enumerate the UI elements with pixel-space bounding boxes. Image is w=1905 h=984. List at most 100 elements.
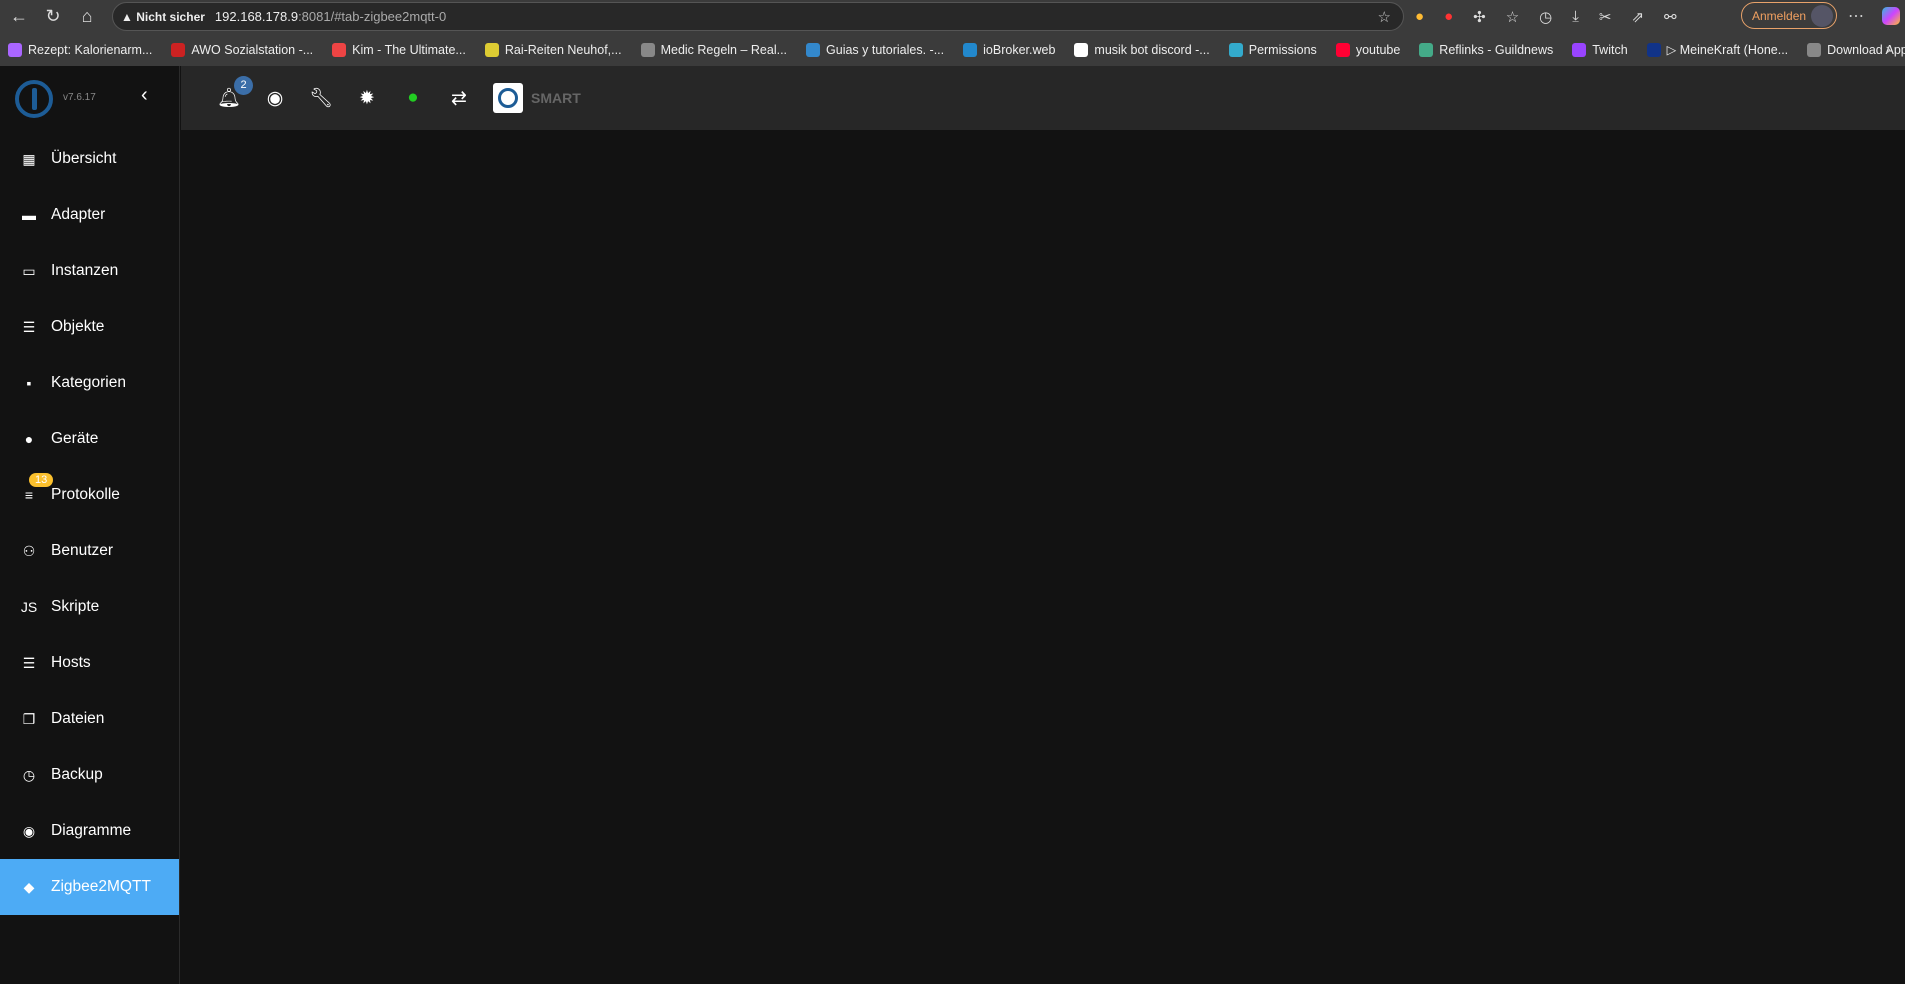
sidebar-item-geräte[interactable]: ● Geräte [0, 411, 179, 467]
category-icon: ▪ [26, 375, 32, 391]
bookmark-favicon-icon [1228, 42, 1243, 57]
bookmarks-bar: Rezept: Kalorienarm... AWO Sozialstation … [0, 33, 1905, 66]
bell-icon[interactable]: 🔔︎ 2 [217, 76, 253, 110]
bookmark-item[interactable]: Reflinks - Guildnews [1419, 42, 1554, 57]
sidebar-item-label: Diagramme [51, 822, 132, 839]
sync-off-icon[interactable]: ⇄ [447, 86, 471, 110]
bookmark-favicon-icon [484, 42, 499, 57]
bookmark-label: youtube [1355, 42, 1401, 57]
home-icon[interactable]: ⌂ [72, 6, 102, 27]
expert-mode-icon[interactable]: ● [401, 86, 425, 110]
bookmark-label: Reflinks - Guildnews [1439, 42, 1554, 57]
copilot-icon[interactable] [1882, 7, 1900, 25]
bookmark-item[interactable]: ioBroker.web [963, 42, 1055, 57]
store-icon: ▬ [22, 207, 36, 223]
bookmark-favicon-icon [1807, 42, 1822, 57]
bookmark-item[interactable]: AWO Sozialstation -... [171, 42, 314, 57]
bookmark-item[interactable]: Guias y tutoriales. -... [806, 42, 945, 57]
sidebar-item-backup[interactable]: ◷ Backup [0, 747, 179, 803]
sidebar-item-label: Kategorien [51, 374, 126, 391]
sidebar-item-label: Protokolle [51, 486, 120, 503]
backup-icon: ◷ [22, 766, 36, 783]
bookmark-label: Twitch [1592, 42, 1628, 57]
sidebar-item-objekte[interactable]: ☰ Objekte [0, 299, 179, 355]
eye-icon[interactable]: ◉ [263, 86, 287, 110]
main-content [181, 130, 1905, 984]
sidebar: v7.6.17 ‹ ▦ Übersicht ▬ Adapter ▭ Instanzen ☰ O… [0, 66, 180, 984]
sidebar-item-dateien[interactable]: ❐ Dateien [0, 691, 179, 747]
logs-count-badge: 13 [29, 473, 54, 487]
sidebar-item-label: Skripte [51, 598, 100, 615]
sidebar-item-hosts[interactable]: ☰ Hosts [0, 635, 179, 691]
iobroker-smart-logo [493, 83, 523, 113]
rewards-icon[interactable]: ● [1415, 8, 1424, 25]
bookmark-favicon-icon [332, 42, 347, 57]
sidebar-item-label: Übersicht [51, 150, 117, 167]
bookmark-label: Download App [1827, 42, 1905, 57]
sidebar-item-benutzer[interactable]: ⚇ Benutzer [0, 523, 179, 579]
sidebar-item-skripte[interactable]: JS Skripte [0, 579, 179, 635]
bookmark-favicon-icon [1646, 42, 1661, 57]
sidebar-item-übersicht[interactable]: ▦ Übersicht [0, 131, 179, 187]
app-header: 🔔︎ 2 ◉ 🔧︎ ✹ ● ⇄ SMART [181, 66, 1905, 130]
back-icon[interactable]: ← [4, 6, 34, 27]
sidebar-item-label: Backup [51, 766, 103, 783]
wrench-icon[interactable]: 🔧︎ [309, 86, 333, 110]
favorites-icon[interactable]: ☆ [1506, 8, 1519, 26]
sidebar-item-zigbee2mqtt[interactable]: ◆ Zigbee2MQTT [0, 859, 179, 915]
bookmark-label: Permissions [1248, 42, 1317, 57]
bookmark-favicon-icon [806, 42, 821, 57]
instances-icon: ▭ [22, 262, 36, 279]
sidebar-item-protokolle[interactable]: ≡ Protokolle 13 [0, 467, 179, 523]
sidebar-item-adapter[interactable]: ▬ Adapter [0, 187, 179, 243]
sidebar-item-instanzen[interactable]: ▭ Instanzen [0, 243, 179, 299]
charts-icon: ◉ [22, 822, 36, 839]
collapse-sidebar-icon[interactable]: ‹ [141, 84, 148, 107]
bookmark-item[interactable]: Permissions [1228, 42, 1317, 57]
workspaces-icon[interactable]: ⚯ [1664, 8, 1677, 26]
theme-icon[interactable]: ✹ [355, 86, 379, 110]
bookmark-item[interactable]: Rezept: Kalorienarm... [8, 42, 152, 57]
bookmark-item[interactable]: Twitch [1572, 42, 1628, 57]
bookmark-label: AWO Sozialstation -... [191, 42, 314, 57]
sign-in-button[interactable]: Anmelden [1741, 2, 1837, 29]
bookmark-item[interactable]: youtube [1335, 42, 1401, 57]
sidebar-item-label: Benutzer [51, 542, 114, 559]
bookmark-label: ▷ MeineKraft (Hone... [1666, 43, 1789, 57]
smart-label: SMART [531, 90, 581, 106]
more-icon[interactable]: ⋯ [1848, 6, 1864, 26]
sidebar-item-diagramme[interactable]: ◉ Diagramme [0, 803, 179, 859]
bookmark-item[interactable]: ▷ MeineKraft (Hone... [1646, 42, 1789, 57]
history-icon[interactable]: ◷ [1539, 8, 1552, 26]
hosts-icon: ☰ [22, 654, 36, 671]
sidebar-item-kategorien[interactable]: ▪ Kategorien [0, 355, 179, 411]
files-icon: ❐ [22, 710, 36, 727]
extension-icon[interactable]: ● [1444, 8, 1453, 25]
bookmark-label: Guias y tutoriales. -... [826, 42, 945, 57]
share-icon[interactable]: ⇗ [1631, 8, 1644, 26]
bookmark-favicon-icon [1419, 42, 1434, 57]
bookmark-favicon-icon [1074, 42, 1089, 57]
bookmark-item[interactable]: Rai-Reiten Neuhof,... [484, 42, 622, 57]
extensions-icon[interactable]: ✣ [1473, 8, 1486, 26]
bookmark-item[interactable]: Kim - The Ultimate... [332, 42, 466, 57]
address-bar[interactable]: ▲ Nicht sicher 192.168.178.9:8081/#tab-z… [112, 2, 1404, 31]
favorite-star-icon[interactable]: ☆ [1378, 8, 1391, 26]
avatar [1811, 4, 1833, 27]
chevron-right-icon[interactable]: › [1886, 41, 1891, 59]
bookmark-item[interactable]: Medic Regeln – Real... [640, 42, 788, 57]
sidebar-item-label: Hosts [51, 654, 91, 671]
zigbee-icon: ◆ [23, 878, 35, 895]
bookmark-favicon-icon [963, 42, 978, 57]
downloads-icon[interactable]: ⤓ [1572, 8, 1579, 25]
reload-icon[interactable]: ↻ [38, 6, 68, 27]
screenshot-icon[interactable]: ✂ [1599, 8, 1612, 26]
security-warning[interactable]: ▲ Nicht sicher [121, 10, 205, 24]
bookmark-item[interactable]: musik bot discord -... [1074, 42, 1210, 57]
bookmark-favicon-icon [1335, 42, 1350, 57]
url-path: :8081/#tab-zigbee2mqtt-0 [298, 9, 447, 24]
sidebar-item-label: Instanzen [51, 262, 119, 279]
bookmark-favicon-icon [8, 42, 22, 57]
bookmark-label: Medic Regeln – Real... [660, 42, 788, 57]
sidebar-item-label: Geräte [51, 430, 99, 447]
